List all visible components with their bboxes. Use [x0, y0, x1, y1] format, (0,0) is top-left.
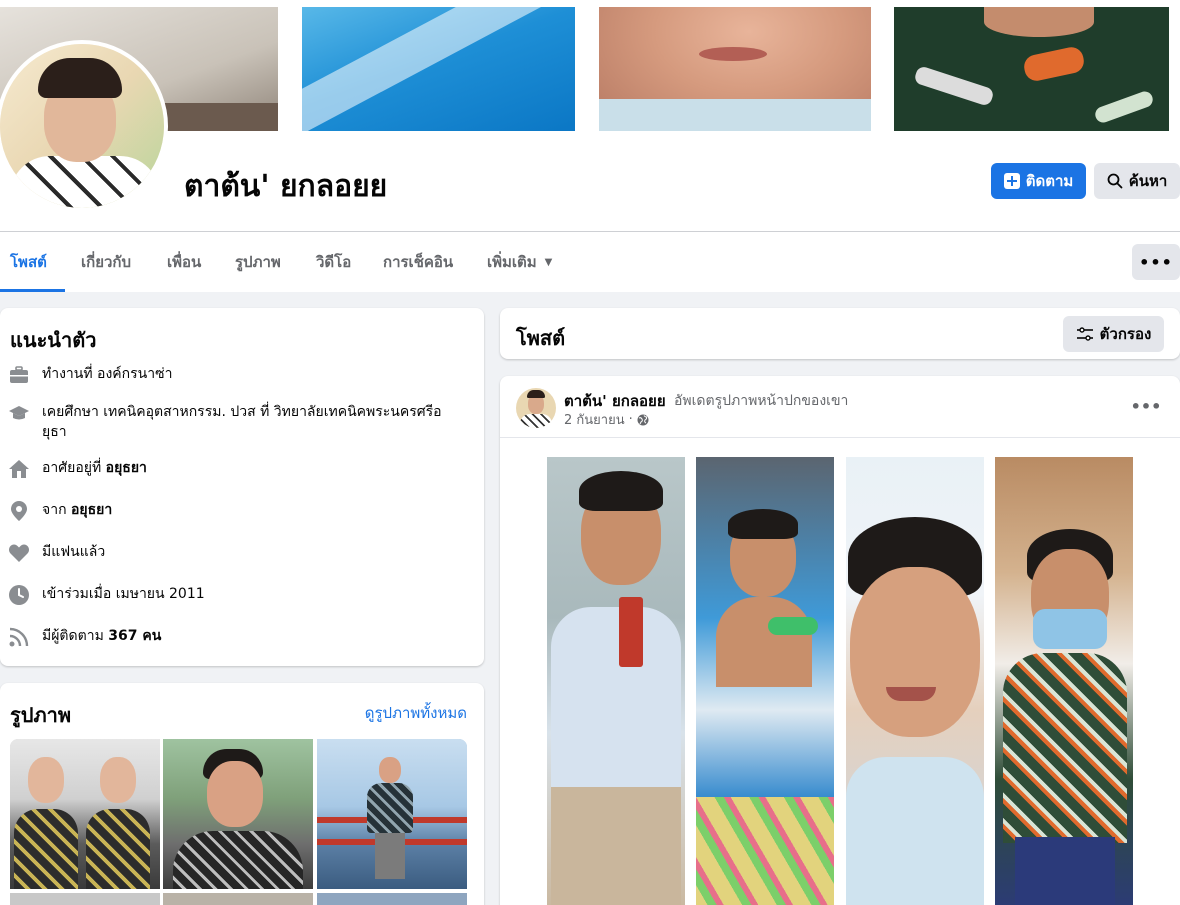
post-action-text: อัพเดตรูปภาพหน้าปกของเขา	[674, 393, 849, 409]
posts-header-card: โพสต์ ตัวกรอง	[500, 308, 1180, 359]
post-photo-strip-2[interactable]	[696, 457, 834, 905]
globe-icon	[637, 414, 649, 425]
posts-section-title: โพสต์	[516, 326, 566, 350]
intro-item-text: เข้าร่วมเมื่อ เมษายน 2011	[42, 586, 205, 602]
tab-checkins[interactable]: การเช็คอิน	[383, 232, 453, 292]
post-photo-strip-4[interactable]	[995, 457, 1133, 905]
intro-item-text: อาศัยอยู่ที่	[42, 460, 106, 476]
rss-icon	[8, 626, 30, 648]
intro-item-text: เคยศึกษา เทคนิคอุตสาหกรรม. ปวส ที่ วิทยา…	[42, 404, 442, 440]
tab-videos[interactable]: วิดีโอ	[316, 232, 351, 292]
post-card: ตาต้น' ยกลอยย อัพเดตรูปภาพหน้าปกของเขา 2…	[500, 376, 1180, 905]
search-button-label: ค้นหา	[1128, 172, 1168, 190]
search-button[interactable]: ค้นหา	[1094, 163, 1180, 199]
location-pin-icon	[8, 500, 30, 522]
post-meta: 2 กันยายน ·	[564, 409, 649, 430]
meta-separator: ·	[628, 412, 633, 427]
post-divider	[500, 437, 1180, 438]
see-all-photos-link[interactable]: ดูรูปภาพทั้งหมด	[365, 701, 467, 725]
active-tab-indicator	[0, 289, 65, 292]
follow-button[interactable]: ติดตาม	[991, 163, 1086, 199]
post-photo-strip-1[interactable]	[547, 457, 685, 905]
tab-friends[interactable]: เพื่อน	[167, 232, 201, 292]
profile-avatar[interactable]	[0, 40, 168, 212]
intro-item-lives: อาศัยอยู่ที่ อยุธยา	[8, 458, 147, 480]
photo-thumbnail[interactable]	[163, 893, 313, 905]
post-date[interactable]: 2 กันยายน	[564, 409, 625, 430]
clock-icon	[8, 584, 30, 606]
photo-thumbnail[interactable]	[317, 739, 467, 889]
intro-item-relationship: มีแฟนแล้ว	[8, 542, 105, 564]
filter-button-label: ตัวกรอง	[1099, 325, 1152, 343]
intro-item-place[interactable]: อยุธยา	[106, 460, 147, 476]
intro-item-text: ทำงานที่ องค์กรนาซ่า	[42, 366, 173, 382]
intro-item-text: จาก	[42, 502, 71, 518]
home-icon	[8, 458, 30, 480]
intro-item-place[interactable]: อยุธยา	[71, 502, 112, 518]
photo-thumbnail[interactable]	[163, 739, 313, 889]
profile-tabs: โพสต์ เกี่ยวกับ เพื่อน รูปภาพ วิดีโอ การ…	[0, 232, 1180, 292]
briefcase-icon	[8, 364, 30, 386]
tab-more-label: เพิ่มเติม	[487, 253, 537, 271]
profile-header: ตาต้น' ยกลอยย ติดตาม ค้นหา โพสต์ เกี่ยวก…	[0, 0, 1180, 292]
more-options-button[interactable]: •••	[1132, 244, 1180, 280]
filter-button[interactable]: ตัวกรอง	[1063, 316, 1164, 352]
cover-photo-tile-4	[894, 7, 1169, 131]
follow-button-label: ติดตาม	[1025, 172, 1074, 190]
cover-photo-tile-3	[599, 7, 871, 131]
profile-name: ตาต้น' ยกลอยย	[184, 169, 388, 204]
tab-photos[interactable]: รูปภาพ	[235, 232, 281, 292]
caret-down-icon: ▼	[544, 256, 553, 268]
heart-icon	[8, 542, 30, 564]
photos-card: รูปภาพ ดูรูปภาพทั้งหมด	[0, 683, 484, 905]
filter-icon	[1076, 327, 1093, 341]
graduation-cap-icon	[8, 402, 30, 424]
tab-more[interactable]: เพิ่มเติม ▼	[487, 232, 552, 292]
cover-photo[interactable]	[0, 7, 1180, 131]
intro-title: แนะนำตัว	[10, 328, 97, 352]
photos-title: รูปภาพ	[10, 703, 72, 727]
photo-thumbnail[interactable]	[317, 893, 467, 905]
tab-posts[interactable]: โพสต์	[10, 232, 47, 292]
tab-about[interactable]: เกี่ยวกับ	[81, 232, 131, 292]
add-follow-icon	[1003, 173, 1020, 189]
intro-item-followers: มีผู้ติดตาม 367 คน	[8, 626, 161, 648]
intro-item-text: มีผู้ติดตาม	[42, 628, 109, 644]
photo-thumbnail[interactable]	[10, 893, 160, 905]
intro-item-followers-count[interactable]: 367 คน	[108, 628, 161, 644]
search-icon	[1107, 173, 1123, 189]
intro-item-from: จาก อยุธยา	[8, 500, 112, 522]
intro-item-work: ทำงานที่ องค์กรนาซ่า	[8, 364, 172, 386]
intro-item-education: เคยศึกษา เทคนิคอุตสาหกรรม. ปวส ที่ วิทยา…	[8, 402, 458, 442]
intro-item-joined: เข้าร่วมเมื่อ เมษายน 2011	[8, 584, 205, 606]
photo-thumbnail[interactable]	[10, 739, 160, 889]
post-options-button[interactable]: •••	[1130, 394, 1162, 418]
cover-photo-tile-2	[302, 7, 575, 131]
intro-card: แนะนำตัว ทำงานที่ องค์กรนาซ่า เคยศึกษา เ…	[0, 308, 484, 666]
post-photo-strip-3[interactable]	[846, 457, 984, 905]
intro-item-text: มีแฟนแล้ว	[42, 544, 106, 560]
post-author-avatar[interactable]	[516, 388, 556, 428]
